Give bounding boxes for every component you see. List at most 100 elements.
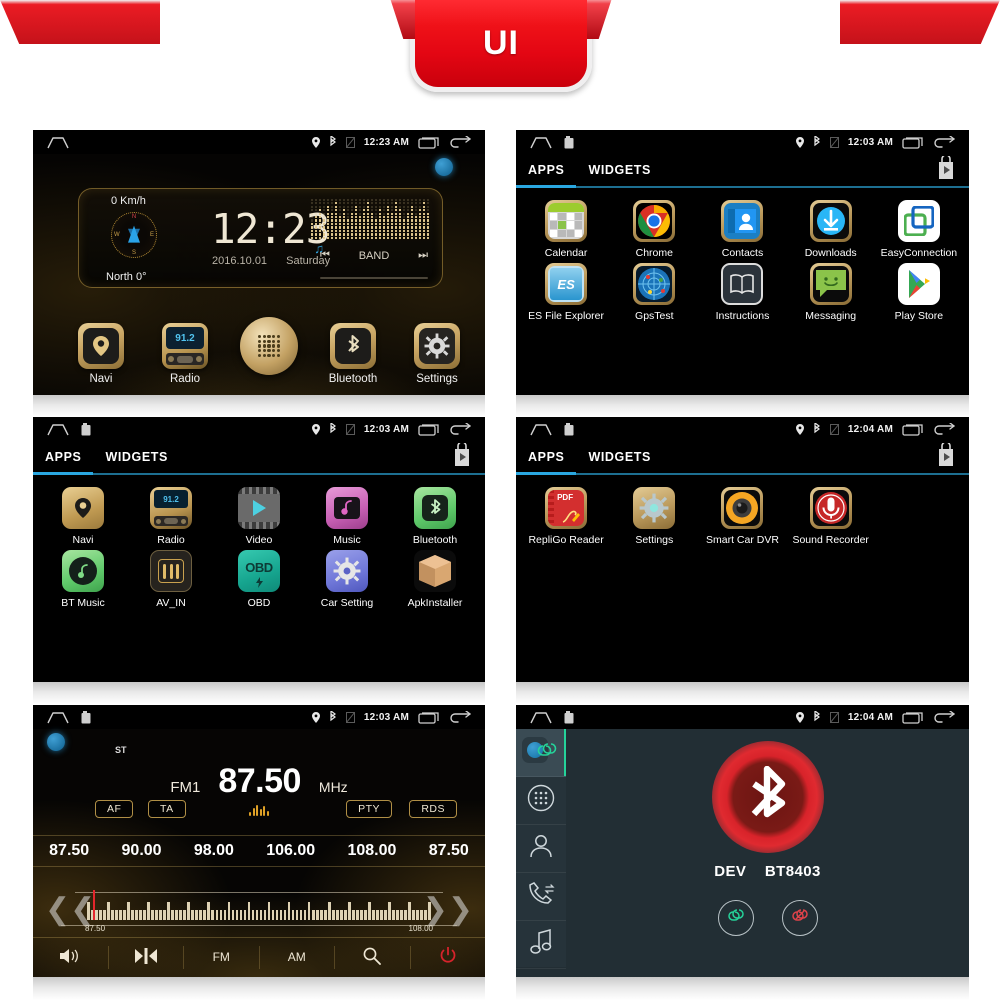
home-info-widget[interactable]: 0 Km/h N S W E North 0° 12:23 2016.10.01… xyxy=(78,188,443,288)
dock-item-bluetooth[interactable]: Bluetooth xyxy=(311,323,395,385)
preset-item[interactable]: 108.00 xyxy=(347,842,396,860)
power-button[interactable] xyxy=(411,946,486,969)
app-item-instructions[interactable]: Instructions xyxy=(698,263,786,322)
tab-apps[interactable]: APPS xyxy=(516,441,577,475)
app-item-av-in[interactable]: AV_IN xyxy=(127,550,215,609)
back-icon[interactable] xyxy=(933,709,955,724)
recents-icon[interactable] xyxy=(902,711,924,724)
screenshot-icon[interactable] xyxy=(81,710,91,724)
screenshot-icon[interactable] xyxy=(81,422,91,436)
home-icon[interactable] xyxy=(47,136,69,149)
tab-widgets[interactable]: WIDGETS xyxy=(576,154,663,186)
power-icon xyxy=(440,947,456,967)
recents-icon[interactable] xyxy=(902,423,924,436)
tab-apps[interactable]: APPS xyxy=(516,154,577,188)
screenshot-radio: 12:03 AM ST FM1 87.50 MHz AF TA PTY RDS … xyxy=(33,705,485,977)
app-item-gpstest[interactable]: GpsTest xyxy=(610,263,698,322)
dock-item-app-drawer[interactable] xyxy=(227,317,311,379)
apps-tabbar: APPS WIDGETS xyxy=(516,440,969,475)
media-progress-bar[interactable] xyxy=(320,277,428,279)
recents-icon[interactable] xyxy=(418,423,440,436)
sidebar-item-dialpad[interactable] xyxy=(516,777,566,825)
screenshot-icon[interactable] xyxy=(564,422,574,436)
screenshot-icon[interactable] xyxy=(564,135,574,149)
volume-button[interactable] xyxy=(33,945,109,970)
pty-button[interactable]: PTY xyxy=(346,800,392,818)
ta-button[interactable]: TA xyxy=(148,800,186,818)
app-item-car-setting[interactable]: Car Setting xyxy=(303,550,391,609)
dock-item-settings[interactable]: Settings xyxy=(395,323,479,385)
play-store-bag-icon[interactable] xyxy=(935,153,957,185)
radio-icon: 91.2 xyxy=(150,487,192,529)
app-item-music[interactable]: Music xyxy=(303,487,391,546)
app-item-bt-music[interactable]: BT Music xyxy=(39,550,127,609)
fm-button[interactable]: FM xyxy=(184,945,260,970)
back-icon[interactable] xyxy=(933,421,955,436)
app-item-contacts[interactable]: Contacts xyxy=(698,200,786,259)
app-item-calendar[interactable]: Calendar xyxy=(522,200,610,259)
recents-icon[interactable] xyxy=(902,136,924,149)
app-item-apkinstaller[interactable]: ApkInstaller xyxy=(391,550,479,609)
balance-button[interactable] xyxy=(109,945,184,970)
tab-widgets[interactable]: WIDGETS xyxy=(93,441,180,473)
back-icon[interactable] xyxy=(449,421,471,436)
app-item-smart-car-dvr[interactable]: Smart Car DVR xyxy=(698,487,786,546)
app-item-play-store[interactable]: Play Store xyxy=(875,263,963,322)
app-item-bluetooth[interactable]: Bluetooth xyxy=(391,487,479,546)
app-item-radio[interactable]: 91.2 Radio xyxy=(127,487,215,546)
sidebar-item-call-history[interactable] xyxy=(516,873,566,921)
screenshot-icon[interactable] xyxy=(564,710,574,724)
app-item-settings[interactable]: Settings xyxy=(610,487,698,546)
sidebar-item-music[interactable] xyxy=(516,921,566,969)
app-item-messaging[interactable]: Messaging xyxy=(787,263,875,322)
dock-item-navi[interactable]: Navi xyxy=(59,323,143,385)
statusbar: 12:03 AM xyxy=(33,705,485,729)
car-setting-gear-icon xyxy=(326,550,368,592)
app-item-chrome[interactable]: Chrome xyxy=(610,200,698,259)
app-item-obd[interactable]: OBD OBD xyxy=(215,550,303,609)
home-icon[interactable] xyxy=(530,423,552,436)
app-item-video[interactable]: Video xyxy=(215,487,303,546)
gear-icon xyxy=(633,487,676,529)
tab-widgets[interactable]: WIDGETS xyxy=(576,441,663,473)
connect-button[interactable] xyxy=(717,900,754,936)
bluetooth-status-icon[interactable] xyxy=(711,741,824,853)
play-store-bag-icon[interactable] xyxy=(935,440,957,472)
scan-button[interactable] xyxy=(335,945,411,970)
home-icon[interactable] xyxy=(530,136,552,149)
app-item-downloads[interactable]: Downloads xyxy=(787,200,875,259)
home-icon[interactable] xyxy=(530,711,552,724)
sidebar-item-contacts[interactable] xyxy=(516,825,566,873)
band-button[interactable]: BAND xyxy=(359,250,390,262)
preset-item[interactable]: 87.50 xyxy=(429,842,469,860)
tuner-scale[interactable]: ❮❮ ❯❯ 87.50 108.00 xyxy=(33,880,485,940)
am-button[interactable]: AM xyxy=(260,945,335,970)
back-icon[interactable] xyxy=(449,134,471,149)
media-controls[interactable]: ⏮ BAND ⏭ xyxy=(320,249,428,262)
dock-item-radio[interactable]: 91.2 Radio xyxy=(143,323,227,385)
disconnect-button[interactable] xyxy=(781,900,818,936)
preset-item[interactable]: 90.00 xyxy=(122,842,162,860)
preset-item[interactable]: 106.00 xyxy=(266,842,315,860)
home-icon[interactable] xyxy=(47,711,69,724)
home-icon[interactable] xyxy=(47,423,69,436)
next-button[interactable]: ⏭ xyxy=(418,249,428,262)
apps-tabbar: APPS WIDGETS xyxy=(33,440,485,475)
preset-item[interactable]: 87.50 xyxy=(49,842,89,860)
tab-apps[interactable]: APPS xyxy=(33,441,94,475)
app-item-es-file-explorer[interactable]: ES ES File Explorer xyxy=(522,263,610,322)
back-icon[interactable] xyxy=(449,709,471,724)
app-item-navi[interactable]: Navi xyxy=(39,487,127,546)
app-item-sound-recorder[interactable]: Sound Recorder xyxy=(787,487,875,546)
app-item-repligo-reader[interactable]: PDF RepliGo Reader xyxy=(522,487,610,546)
preset-item[interactable]: 98.00 xyxy=(194,842,234,860)
rds-button[interactable]: RDS xyxy=(409,800,457,818)
af-button[interactable]: AF xyxy=(95,800,134,818)
back-icon[interactable] xyxy=(933,134,955,149)
play-store-bag-icon[interactable] xyxy=(451,440,473,472)
sidebar-item-connect[interactable] xyxy=(516,729,566,777)
prev-button[interactable]: ⏮ xyxy=(320,249,330,262)
recents-icon[interactable] xyxy=(418,136,440,149)
app-item-easyconnection[interactable]: EasyConnection xyxy=(875,200,963,259)
recents-icon[interactable] xyxy=(418,711,440,724)
